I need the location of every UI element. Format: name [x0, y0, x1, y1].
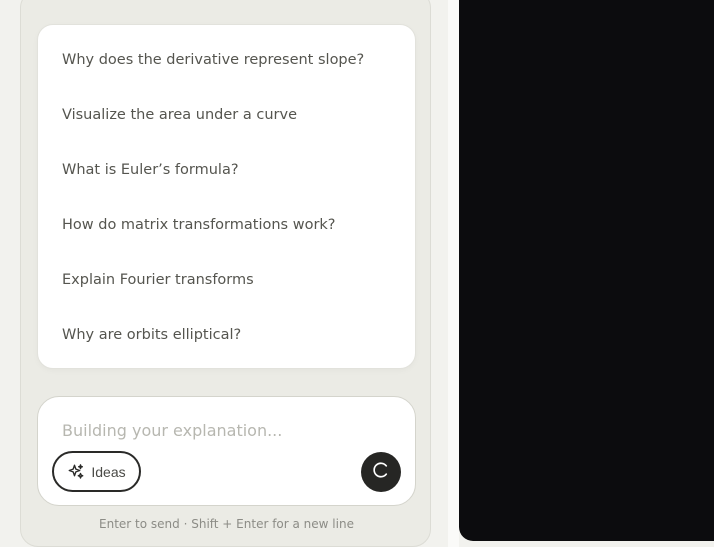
suggestion-item[interactable]: Why are orbits elliptical? [62, 323, 241, 347]
panel-divider [448, 0, 459, 547]
keyboard-hint: Enter to send · Shift + Enter for a new … [99, 517, 354, 531]
suggestions-list: Why does the derivative represent slope?… [37, 24, 416, 369]
suggestion-item[interactable]: Why does the derivative represent slope? [62, 48, 364, 72]
ideas-button-label: Ideas [91, 463, 126, 480]
loading-spinner-icon [372, 461, 390, 483]
send-button[interactable] [361, 452, 401, 492]
suggestion-item[interactable]: What is Euler’s formula? [62, 158, 239, 182]
visualization-canvas [459, 0, 714, 541]
suggestion-item[interactable]: How do matrix transformations work? [62, 213, 336, 237]
message-composer: Ideas [37, 396, 416, 506]
message-input[interactable] [62, 417, 382, 443]
suggestion-item[interactable]: Visualize the area under a curve [62, 103, 297, 127]
suggestion-item[interactable]: Explain Fourier transforms [62, 268, 254, 292]
ideas-button[interactable]: Ideas [52, 451, 141, 492]
sparkle-icon [67, 463, 85, 481]
